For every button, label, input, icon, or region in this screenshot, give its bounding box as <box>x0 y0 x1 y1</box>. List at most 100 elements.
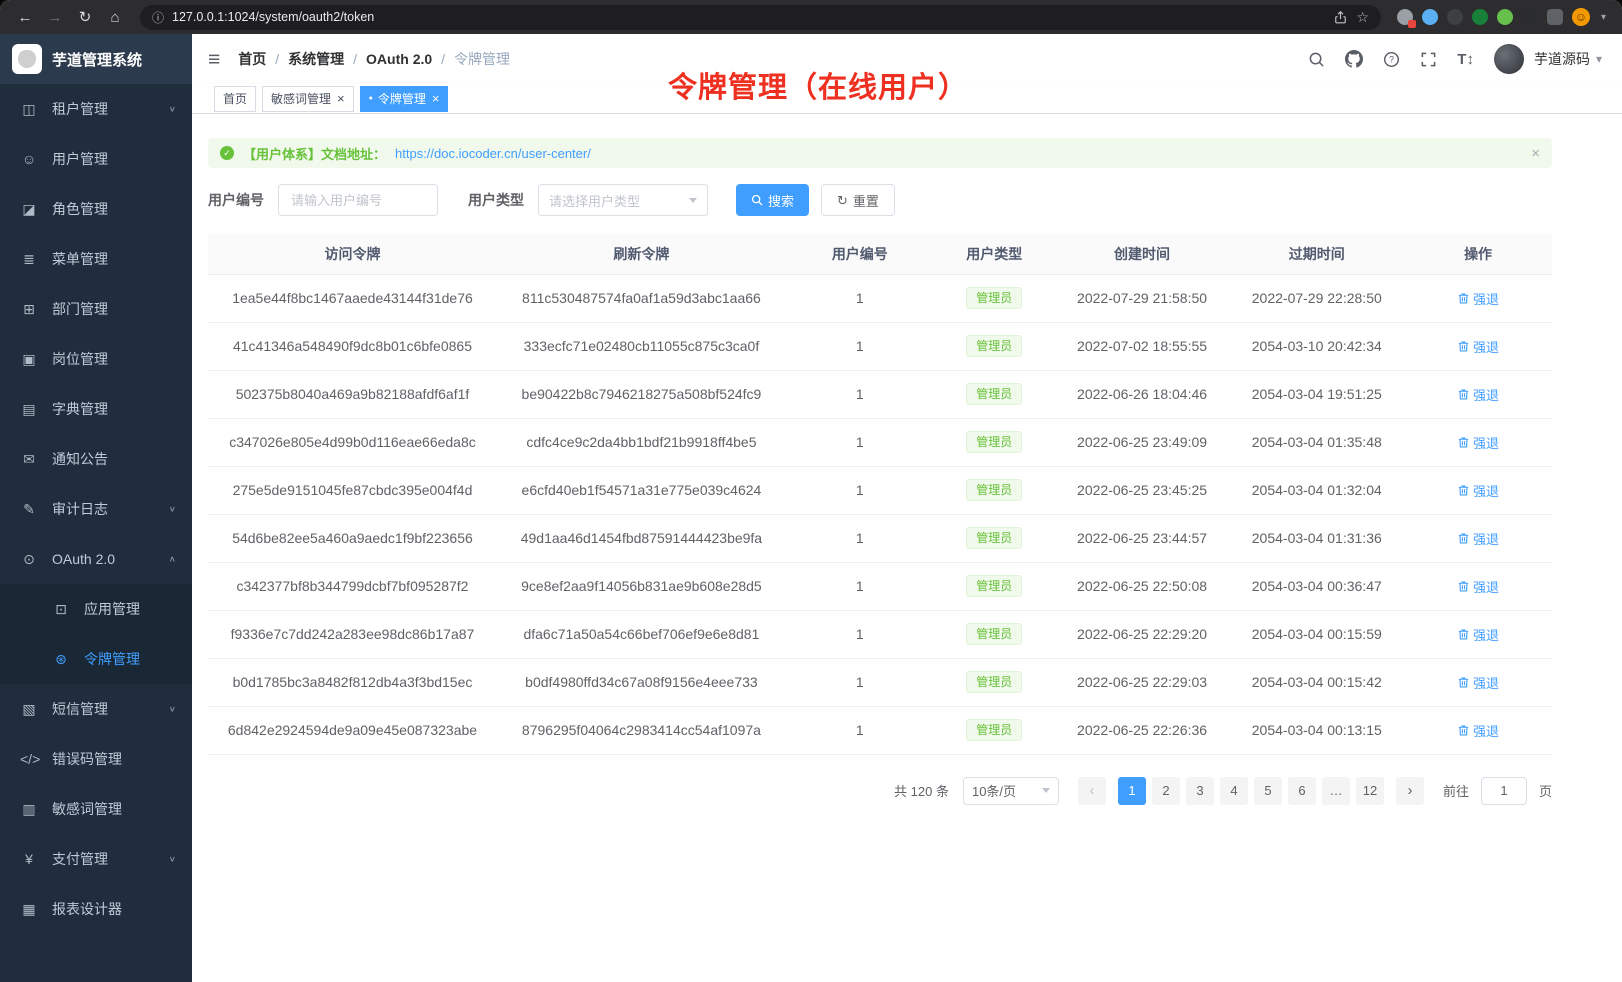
close-icon[interactable]: × <box>432 92 440 105</box>
force-logout-button[interactable]: 强退 <box>1457 721 1499 740</box>
sidebar-item[interactable]: ▥ 敏感词管理 <box>0 784 192 834</box>
sidebar-item[interactable]: ⊞ 部门管理 <box>0 284 192 334</box>
search-button[interactable]: 搜索 <box>736 184 809 216</box>
browser-profile-avatar[interactable]: ☺ <box>1572 8 1590 26</box>
share-icon[interactable] <box>1333 10 1348 25</box>
page-button[interactable]: 6 <box>1288 777 1316 805</box>
tab-groups-icon[interactable] <box>1547 9 1563 25</box>
force-logout-button[interactable]: 强退 <box>1457 289 1499 308</box>
force-logout-button[interactable]: 强退 <box>1457 529 1499 548</box>
fullscreen-icon[interactable] <box>1420 51 1437 68</box>
site-info-icon[interactable]: ⓘ <box>152 9 164 26</box>
browser-forward-icon[interactable]: → <box>42 10 68 25</box>
sidebar-item[interactable]: ▦ 报表设计器 <box>0 884 192 934</box>
user-avatar[interactable] <box>1494 44 1524 74</box>
close-icon[interactable]: × <box>337 92 345 105</box>
token-table: 访问令牌 刷新令牌 用户编号 用户类型 创建时间 过期时间 <box>208 234 1552 755</box>
page-button[interactable]: 4 <box>1220 777 1248 805</box>
font-size-icon[interactable]: T↕ <box>1457 51 1474 68</box>
github-icon[interactable] <box>1345 50 1363 68</box>
filter-bar: 用户编号 用户类型 请选择用户类型 搜索 ↻ 重置 <box>208 184 1552 216</box>
access-token-cell: 6d842e2924594de9a09e45e087323abe <box>208 706 497 754</box>
action-cell: 强退 <box>1404 658 1552 706</box>
extension-icon[interactable] <box>1497 9 1513 25</box>
tab[interactable]: ● 令牌管理 × <box>360 86 449 112</box>
bookmark-star-icon[interactable]: ☆ <box>1356 9 1369 26</box>
breadcrumb-item[interactable]: / 系统管理 <box>266 49 344 69</box>
page-button[interactable]: … <box>1322 777 1350 805</box>
sidebar-collapse-icon[interactable]: ≡ <box>208 49 220 70</box>
column-header: 访问令牌 <box>208 234 497 274</box>
sms-icon: ▧ <box>20 701 38 718</box>
trash-icon <box>1457 532 1470 545</box>
chevron-icon: ∧ <box>169 555 176 564</box>
user-type-select[interactable]: 请选择用户类型 <box>538 184 708 216</box>
tab[interactable]: 敏感词管理 × <box>262 86 354 112</box>
sidebar-item[interactable]: ✉ 通知公告 <box>0 434 192 484</box>
page-button[interactable]: 5 <box>1254 777 1282 805</box>
sidebar-item[interactable]: ◫ 租户管理 ∨ <box>0 84 192 134</box>
page-button[interactable]: 12 <box>1356 777 1384 805</box>
browser-reload-icon[interactable]: ↻ <box>72 10 98 25</box>
pagination: 共 120 条 10条/页 ‹ 1 2 3 <box>208 777 1552 805</box>
force-logout-button[interactable]: 强退 <box>1457 481 1499 500</box>
sidebar-item[interactable]: ✎ 审计日志 ∨ <box>0 484 192 534</box>
breadcrumb-item[interactable]: 首页 <box>238 49 266 69</box>
chevron-down-icon[interactable]: ▾ <box>1601 12 1606 23</box>
force-logout-button[interactable]: 强退 <box>1457 673 1499 692</box>
expire-time-cell: 2054-03-10 20:42:34 <box>1229 322 1404 370</box>
table-row: 1ea5e44f8bc1467aaede43144f31de76 811c530… <box>208 274 1552 322</box>
expire-time-cell: 2054-03-04 00:13:15 <box>1229 706 1404 754</box>
refresh-token-cell: b0df4980ffd34c67a08f9156e4eee733 <box>497 658 786 706</box>
force-logout-button[interactable]: 强退 <box>1457 433 1499 452</box>
sidebar-item[interactable]: ◪ 角色管理 <box>0 184 192 234</box>
extension-icon[interactable] <box>1522 9 1538 25</box>
extension-icon[interactable] <box>1397 9 1413 25</box>
sidebar-item-label: 审计日志 <box>52 499 169 519</box>
address-bar[interactable]: ⓘ 127.0.0.1:1024/system/oauth2/token ☆ <box>140 5 1381 30</box>
breadcrumb-item[interactable]: / OAuth 2.0 <box>344 51 432 67</box>
user-name[interactable]: 芋道源码 <box>1534 49 1590 69</box>
user-menu-caret-icon[interactable]: ▾ <box>1596 52 1602 66</box>
sidebar-item[interactable]: ¥ 支付管理 ∨ <box>0 834 192 884</box>
page-size-select[interactable]: 10条/页 <box>963 777 1059 805</box>
breadcrumb-label: 系统管理 <box>288 49 344 69</box>
force-logout-button[interactable]: 强退 <box>1457 337 1499 356</box>
sidebar-item[interactable]: ≣ 菜单管理 <box>0 234 192 284</box>
app-logo[interactable]: 芋道管理系统 <box>0 34 192 84</box>
breadcrumb-item[interactable]: / 令牌管理 <box>432 49 510 69</box>
sidebar-item[interactable]: ⊛ 令牌管理 <box>0 634 192 684</box>
alert-close-icon[interactable]: × <box>1531 146 1540 161</box>
alert-doc-link[interactable]: https://doc.iocoder.cn/user-center/ <box>395 146 591 161</box>
page-button[interactable]: 1 <box>1118 777 1146 805</box>
sidebar-item[interactable]: ⊡ 应用管理 <box>0 584 192 634</box>
action-cell: 强退 <box>1404 466 1552 514</box>
sidebar-item[interactable]: ⊙ OAuth 2.0 ∧ <box>0 534 192 584</box>
page-button[interactable]: 3 <box>1186 777 1214 805</box>
force-logout-button[interactable]: 强退 <box>1457 577 1499 596</box>
sidebar-item[interactable]: ▤ 字典管理 <box>0 384 192 434</box>
force-logout-button[interactable]: 强退 <box>1457 385 1499 404</box>
create-time-cell: 2022-06-25 23:45:25 <box>1055 466 1230 514</box>
sidebar-item[interactable]: ☺ 用户管理 <box>0 134 192 184</box>
extension-icon[interactable] <box>1422 9 1438 25</box>
user-id-input[interactable] <box>278 184 438 216</box>
sidebar-item[interactable]: ▧ 短信管理 ∨ <box>0 684 192 734</box>
tab-label: 敏感词管理 <box>271 90 331 107</box>
page-button[interactable]: 2 <box>1152 777 1180 805</box>
prev-page-button[interactable]: ‹ <box>1078 777 1106 805</box>
user-icon: ☺ <box>20 151 38 167</box>
help-icon[interactable]: ? <box>1383 51 1400 68</box>
goto-page-input[interactable] <box>1481 777 1527 805</box>
reset-button[interactable]: ↻ 重置 <box>821 184 895 216</box>
next-page-button[interactable]: › <box>1396 777 1424 805</box>
browser-home-icon[interactable]: ⌂ <box>102 10 128 25</box>
extension-icon[interactable] <box>1447 9 1463 25</box>
extension-icon[interactable] <box>1472 9 1488 25</box>
browser-back-icon[interactable]: ← <box>12 10 38 25</box>
search-icon[interactable] <box>1308 51 1325 68</box>
tab[interactable]: 首页 <box>214 86 256 112</box>
sidebar-item[interactable]: </> 错误码管理 <box>0 734 192 784</box>
force-logout-button[interactable]: 强退 <box>1457 625 1499 644</box>
sidebar-item[interactable]: ▣ 岗位管理 <box>0 334 192 384</box>
